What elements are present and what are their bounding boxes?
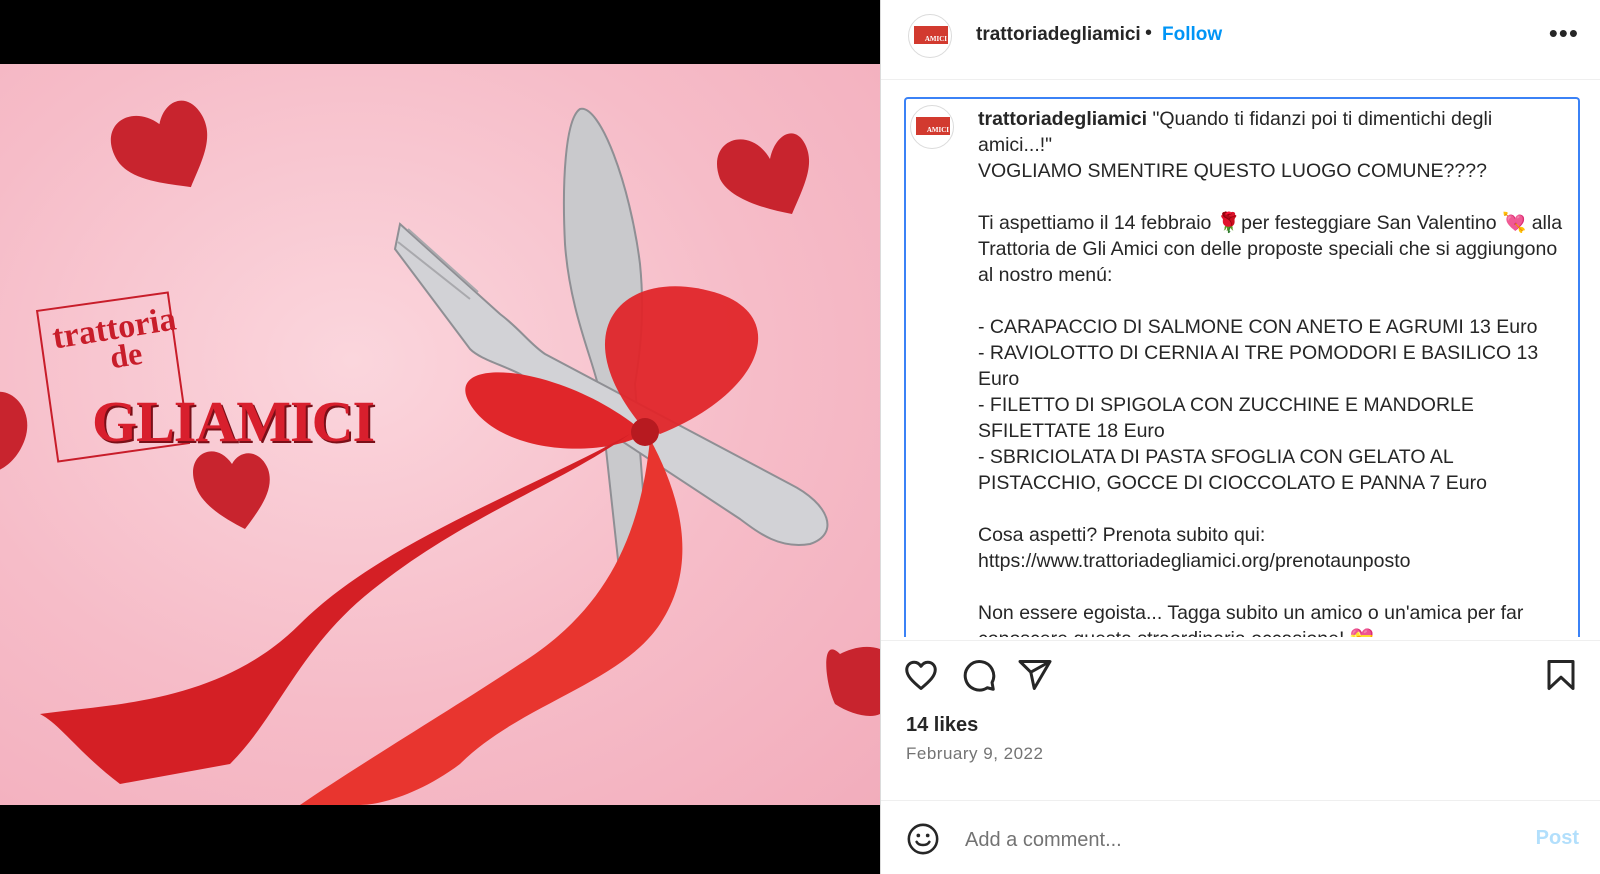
emoji-icon[interactable] <box>906 822 940 856</box>
heart-icon[interactable] <box>903 657 939 693</box>
caption-body: "Quando ti fidanzi poi ti dimentichi deg… <box>978 108 1563 637</box>
heart-decoration <box>0 391 28 470</box>
avatar-logo: AMICI <box>916 117 950 135</box>
heart-decoration <box>193 451 270 529</box>
follow-button[interactable]: Follow <box>1162 24 1222 46</box>
bookmark-icon[interactable] <box>1543 657 1579 693</box>
avatar-logo-text: AMICI <box>924 35 947 43</box>
heart-decoration <box>110 100 208 188</box>
avatar-logo: AMICI <box>914 26 948 44</box>
comment-input[interactable] <box>963 821 1507 859</box>
avatar-logo-text: AMICI <box>926 126 949 134</box>
caption-username[interactable]: trattoriadegliamici <box>978 108 1147 130</box>
comment-icon[interactable] <box>961 657 997 693</box>
caption-text: trattoriadegliamici "Quando ti fidanzi p… <box>978 106 1568 637</box>
action-bar <box>881 640 1600 711</box>
likes-count[interactable]: 14 likes <box>906 714 978 737</box>
heart-decoration <box>826 646 880 716</box>
post-details-panel: AMICI trattoriadegliamici • Follow ••• A… <box>880 0 1600 874</box>
caption-avatar[interactable]: AMICI <box>910 105 954 149</box>
avatar[interactable]: AMICI <box>908 14 952 58</box>
post-date[interactable]: February 9, 2022 <box>906 744 1043 764</box>
caption-area[interactable]: AMICI trattoriadegliamici "Quando ti fid… <box>904 97 1580 637</box>
post-header: AMICI trattoriadegliamici • Follow ••• <box>881 0 1600 80</box>
more-options-icon[interactable]: ••• <box>1549 18 1579 49</box>
post-comment-button[interactable]: Post <box>1536 827 1579 850</box>
post-image: trattoria de GLIAMICI <box>0 64 880 805</box>
separator-dot: • <box>1145 22 1153 44</box>
logo-text-de: de <box>107 334 145 376</box>
header-username[interactable]: trattoriadegliamici <box>976 24 1141 46</box>
comment-bar: Post <box>881 800 1600 874</box>
heart-decoration <box>716 133 810 214</box>
post-media[interactable]: trattoria de GLIAMICI <box>0 0 880 874</box>
logo-text-gliamici: GLIAMICI <box>92 389 375 454</box>
share-icon[interactable] <box>1017 657 1053 693</box>
